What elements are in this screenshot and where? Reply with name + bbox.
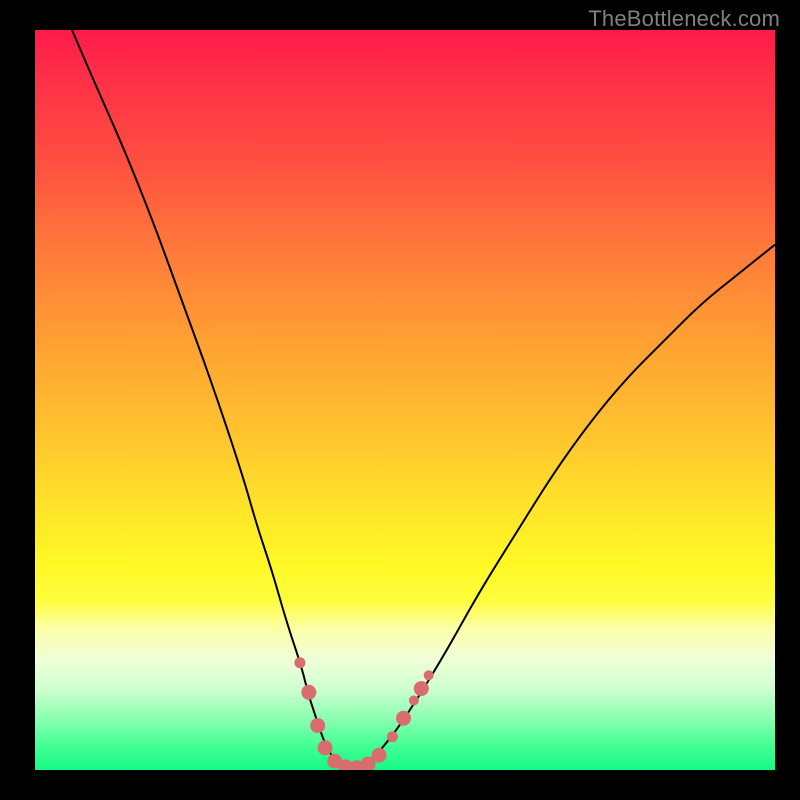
watermark-text: TheBottleneck.com [588, 6, 780, 32]
curve-marker [414, 681, 429, 696]
curve-marker [294, 657, 305, 668]
curve-marker [318, 740, 333, 755]
chart-frame: TheBottleneck.com [0, 0, 800, 800]
curve-marker [424, 670, 434, 680]
curve-marker [372, 748, 387, 763]
curve-marker [301, 685, 316, 700]
curve-marker [409, 695, 419, 705]
curve-marker [387, 731, 398, 742]
bottleneck-curve [72, 30, 775, 770]
curve-marker [396, 711, 411, 726]
curve-marker [310, 718, 325, 733]
plot-area [35, 30, 775, 770]
chart-svg [35, 30, 775, 770]
